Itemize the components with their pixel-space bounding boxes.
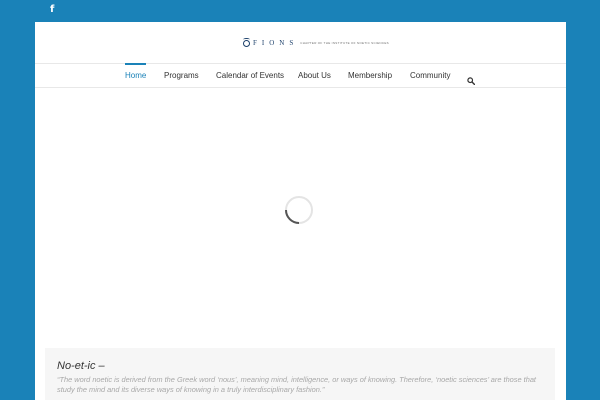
- logo-mark-icon: [243, 37, 250, 47]
- site-header: FIONS CHAPTER OF THE INSTITUTE OF NOETIC…: [35, 22, 566, 64]
- nav-item-calendar-of-events[interactable]: Calendar of Events: [216, 64, 284, 87]
- nav-item-home[interactable]: Home: [125, 63, 147, 88]
- facebook-icon[interactable]: f: [50, 4, 54, 16]
- nav-item-programs[interactable]: Programs: [164, 64, 199, 87]
- nav-item-community[interactable]: Community: [410, 64, 450, 87]
- nav-item-about-us[interactable]: About Us: [298, 64, 331, 87]
- nav-item-membership[interactable]: Membership: [348, 64, 392, 87]
- main-navigation: Home Programs Calendar of Events About U…: [35, 63, 566, 88]
- search-icon[interactable]: [467, 72, 476, 86]
- loading-spinner-icon: [284, 195, 314, 225]
- quote-title: No-et-ic –: [57, 360, 105, 372]
- logo-wordmark: FIONS: [253, 39, 299, 47]
- top-social-bar: f: [0, 0, 600, 22]
- site-logo[interactable]: FIONS CHAPTER OF THE INSTITUTE OF NOETIC…: [243, 37, 389, 48]
- quote-text: “The word noetic is derived from the Gre…: [57, 375, 536, 394]
- page-container: FIONS CHAPTER OF THE INSTITUTE OF NOETIC…: [35, 22, 566, 400]
- logo-subtitle: CHAPTER OF THE INSTITUTE OF NOETIC SCIEN…: [300, 41, 389, 45]
- noetic-definition-box: No-et-ic – “The word noetic is derived f…: [45, 348, 555, 400]
